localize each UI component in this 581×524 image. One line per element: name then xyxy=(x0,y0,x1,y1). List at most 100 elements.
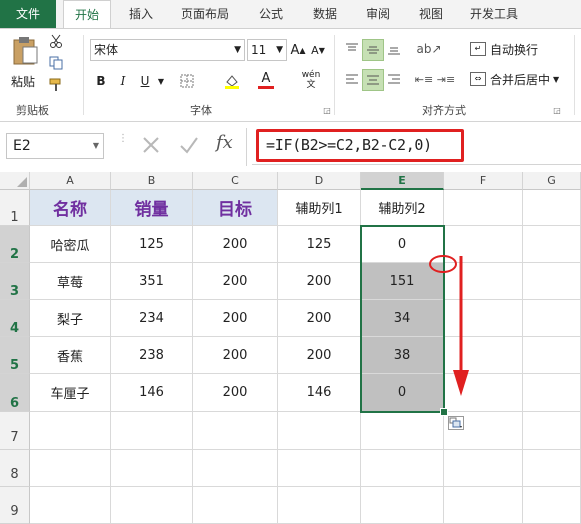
font-name-box[interactable]: 宋体 ▼ xyxy=(90,39,245,61)
cell[interactable] xyxy=(523,374,581,412)
italic-button[interactable]: I xyxy=(115,71,131,91)
table-cell[interactable]: 200 xyxy=(278,337,361,374)
tab-view[interactable]: 视图 xyxy=(408,0,454,28)
header-cell-sales[interactable]: 销量 xyxy=(111,190,193,226)
table-cell[interactable]: 200 xyxy=(193,226,278,263)
row-header-2[interactable]: 2 xyxy=(0,226,30,263)
cell[interactable] xyxy=(523,487,581,524)
cell[interactable] xyxy=(361,487,444,524)
table-cell[interactable]: 125 xyxy=(111,226,193,263)
table-cell[interactable]: 125 xyxy=(278,226,361,263)
dialog-launcher-icon[interactable]: ◲ xyxy=(322,105,332,115)
column-header-g[interactable]: G xyxy=(523,172,581,190)
row-header-1[interactable]: 1 xyxy=(0,190,30,226)
cell[interactable] xyxy=(111,412,193,450)
tab-formulas[interactable]: 公式 xyxy=(248,0,294,28)
table-cell[interactable]: 200 xyxy=(193,300,278,337)
cell[interactable] xyxy=(30,487,111,524)
table-cell[interactable]: 香蕉 xyxy=(30,337,111,374)
tab-developer[interactable]: 开发工具 xyxy=(462,0,526,28)
table-cell[interactable]: 200 xyxy=(193,337,278,374)
cell[interactable] xyxy=(444,450,523,487)
table-cell[interactable]: 200 xyxy=(193,263,278,300)
header-cell-helper2[interactable]: 辅助列2 xyxy=(361,190,444,226)
decrease-font-size-icon[interactable]: A ▼ xyxy=(310,41,326,59)
cell[interactable] xyxy=(361,412,444,450)
fx-icon[interactable]: fx xyxy=(216,132,240,158)
top-align-icon[interactable] xyxy=(342,39,362,59)
cell[interactable] xyxy=(111,450,193,487)
cell[interactable] xyxy=(523,412,581,450)
increase-indent-icon[interactable]: ⇥≡ xyxy=(436,69,456,89)
column-header-c[interactable]: C xyxy=(193,172,278,190)
align-left-icon[interactable] xyxy=(342,69,362,89)
row-header-9[interactable]: 9 xyxy=(0,487,30,524)
fill-color-icon[interactable] xyxy=(222,71,242,91)
row-header-3[interactable]: 3 xyxy=(0,263,30,300)
bold-button[interactable]: B xyxy=(93,71,109,91)
table-cell[interactable]: 车厘子 xyxy=(30,374,111,412)
column-header-b[interactable]: B xyxy=(111,172,193,190)
table-cell[interactable]: 234 xyxy=(111,300,193,337)
table-cell[interactable]: 0 xyxy=(361,374,444,412)
borders-icon[interactable] xyxy=(178,73,196,89)
cell[interactable] xyxy=(523,190,581,226)
name-box[interactable]: E2 ▼ xyxy=(6,133,104,159)
select-all-corner[interactable] xyxy=(0,172,30,190)
orientation-icon[interactable]: ab↗ xyxy=(416,39,442,59)
tab-insert[interactable]: 插入 xyxy=(118,0,164,28)
paste-button[interactable]: 粘贴 xyxy=(6,33,42,93)
scissors-icon[interactable] xyxy=(48,33,64,49)
cell[interactable] xyxy=(523,337,581,374)
cell[interactable] xyxy=(193,450,278,487)
chevron-down-icon[interactable]: ▼ xyxy=(156,71,166,91)
cell[interactable] xyxy=(30,412,111,450)
column-header-d[interactable]: D xyxy=(278,172,361,190)
column-header-e[interactable]: E xyxy=(361,172,444,190)
cell[interactable] xyxy=(361,450,444,487)
row-header-7[interactable]: 7 xyxy=(0,412,30,450)
autofill-options-icon[interactable] xyxy=(448,416,464,430)
decrease-indent-icon[interactable]: ⇤≡ xyxy=(414,69,434,89)
table-cell[interactable]: 200 xyxy=(278,263,361,300)
formula-input[interactable]: =IF(B2>=C2,B2-C2,0) xyxy=(252,125,581,165)
cell[interactable] xyxy=(193,412,278,450)
row-header-6[interactable]: 6 xyxy=(0,374,30,412)
column-header-a[interactable]: A xyxy=(30,172,111,190)
table-cell[interactable]: 146 xyxy=(278,374,361,412)
cancel-icon[interactable] xyxy=(140,134,164,158)
row-header-5[interactable]: 5 xyxy=(0,337,30,374)
header-cell-helper1[interactable]: 辅助列1 xyxy=(278,190,361,226)
header-cell-name[interactable]: 名称 xyxy=(30,190,111,226)
cell[interactable] xyxy=(278,450,361,487)
cell[interactable] xyxy=(111,487,193,524)
table-cell[interactable]: 351 xyxy=(111,263,193,300)
tab-page-layout[interactable]: 页面布局 xyxy=(172,0,238,28)
underline-button[interactable]: U xyxy=(137,71,153,91)
check-icon[interactable] xyxy=(178,134,202,158)
table-cell[interactable]: 238 xyxy=(111,337,193,374)
wrap-text-button[interactable]: ↵ 自动换行 xyxy=(470,39,570,59)
column-header-f[interactable]: F xyxy=(444,172,523,190)
table-cell[interactable]: 哈密瓜 xyxy=(30,226,111,263)
copy-icon[interactable] xyxy=(48,55,64,71)
tab-home[interactable]: 开始 xyxy=(63,0,111,28)
table-cell[interactable]: 200 xyxy=(193,374,278,412)
cell[interactable] xyxy=(523,263,581,300)
align-right-icon[interactable] xyxy=(384,69,404,89)
increase-font-size-icon[interactable]: A ▲ xyxy=(290,41,306,59)
format-painter-icon[interactable] xyxy=(48,77,64,93)
cell[interactable] xyxy=(523,226,581,263)
cell[interactable] xyxy=(523,300,581,337)
tab-review[interactable]: 审阅 xyxy=(355,0,401,28)
cell[interactable] xyxy=(30,450,111,487)
table-cell[interactable]: 146 xyxy=(111,374,193,412)
row-header-8[interactable]: 8 xyxy=(0,450,30,487)
phonetic-guide-button[interactable]: wén 文 xyxy=(298,69,324,91)
table-cell[interactable]: 38 xyxy=(361,337,444,374)
fill-handle[interactable] xyxy=(440,408,448,416)
tab-data[interactable]: 数据 xyxy=(302,0,348,28)
font-size-box[interactable]: 11 ▼ xyxy=(247,39,287,61)
cell[interactable] xyxy=(444,190,523,226)
cell[interactable] xyxy=(278,487,361,524)
